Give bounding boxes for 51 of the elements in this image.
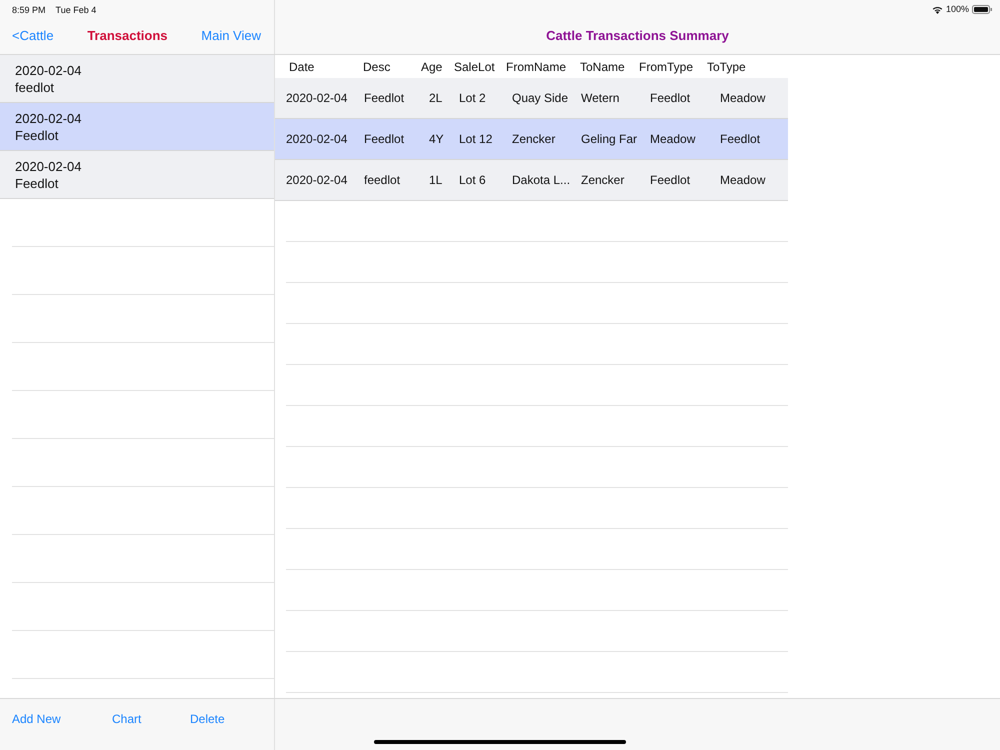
table-cell-text: 2020-02-04 — [286, 131, 348, 148]
table-cell-text: Feedlot — [719, 131, 762, 148]
list-item[interactable]: 2020-02-04 Feedlot — [0, 151, 274, 199]
list-item[interactable]: 2020-02-04 Feedlot — [0, 103, 274, 151]
table-cell-text: 4Y — [428, 131, 445, 148]
column-header: FromName — [506, 58, 568, 76]
table-cell-text: Feedlot — [649, 172, 692, 189]
table-row[interactable]: 2020-02-04 Feedlot 4Y Lot 12 Zencker Geling Far Meadow Feedlot — [275, 119, 788, 160]
table-cell-text: 2L — [428, 90, 444, 107]
table-cell-text: Meadow — [719, 172, 766, 189]
table-cell-text: feedlot — [363, 172, 402, 189]
table-cell-text: Feedlot — [649, 90, 692, 107]
table-cell-text: Meadow — [719, 90, 766, 107]
table-cell-text: Feedlot — [363, 131, 406, 148]
column-header: Desc — [363, 58, 392, 76]
table-cell-text: Feedlot — [363, 90, 406, 107]
wifi-icon — [932, 6, 943, 14]
table-cell-text: 2020-02-04 — [286, 90, 348, 107]
list-item[interactable]: 2020-02-04 feedlot — [0, 55, 274, 103]
item-date: 2020-02-04 — [15, 110, 82, 126]
item-desc: Feedlot — [15, 126, 60, 144]
table-cell-text: Wetern — [580, 90, 620, 107]
table-cell-text: Lot 12 — [458, 131, 494, 148]
detail-title: Cattle Transactions Summary — [546, 27, 729, 46]
column-header: FromType — [639, 58, 694, 76]
battery-icon — [972, 5, 992, 14]
table-cell-text: 2020-02-04 — [286, 172, 348, 189]
table-cell-text: Lot 6 — [458, 172, 487, 189]
table-cell-text: Zencker — [580, 172, 626, 189]
item-date: 2020-02-04 — [15, 62, 82, 78]
table-cell-text: Zencker — [511, 131, 556, 148]
battery-percent: 100% — [946, 2, 969, 16]
column-header: Date — [288, 58, 316, 76]
column-header: ToName — [580, 58, 626, 76]
table-row[interactable]: 2020-02-04 feedlot 1L Lot 6 Dakota L... Zencker Feedlot Meadow — [275, 160, 788, 201]
table-cell-text: Geling Far — [580, 131, 638, 148]
sidebar-title: Transactions — [87, 27, 168, 46]
table-cell-text: 1L — [428, 172, 444, 189]
item-desc: feedlot — [15, 78, 56, 96]
item-date: 2020-02-04 — [15, 158, 82, 174]
column-header: SaleLot — [454, 58, 496, 76]
table-cell-text: Quay Side — [511, 90, 570, 107]
status-date: Tue Feb 4 — [56, 4, 96, 17]
table-cell-text: Meadow — [649, 131, 696, 148]
status-time: 8:59 PM — [12, 4, 46, 17]
item-desc: Feedlot — [15, 174, 60, 192]
column-header: Age — [421, 58, 444, 76]
table-cell-text: Lot 2 — [458, 90, 487, 107]
table-cell-text: Dakota L... — [511, 172, 572, 189]
table-row[interactable]: 2020-02-04 Feedlot 2L Lot 2 Quay Side Wetern Feedlot Meadow — [275, 78, 788, 119]
column-header: ToType — [707, 58, 747, 76]
